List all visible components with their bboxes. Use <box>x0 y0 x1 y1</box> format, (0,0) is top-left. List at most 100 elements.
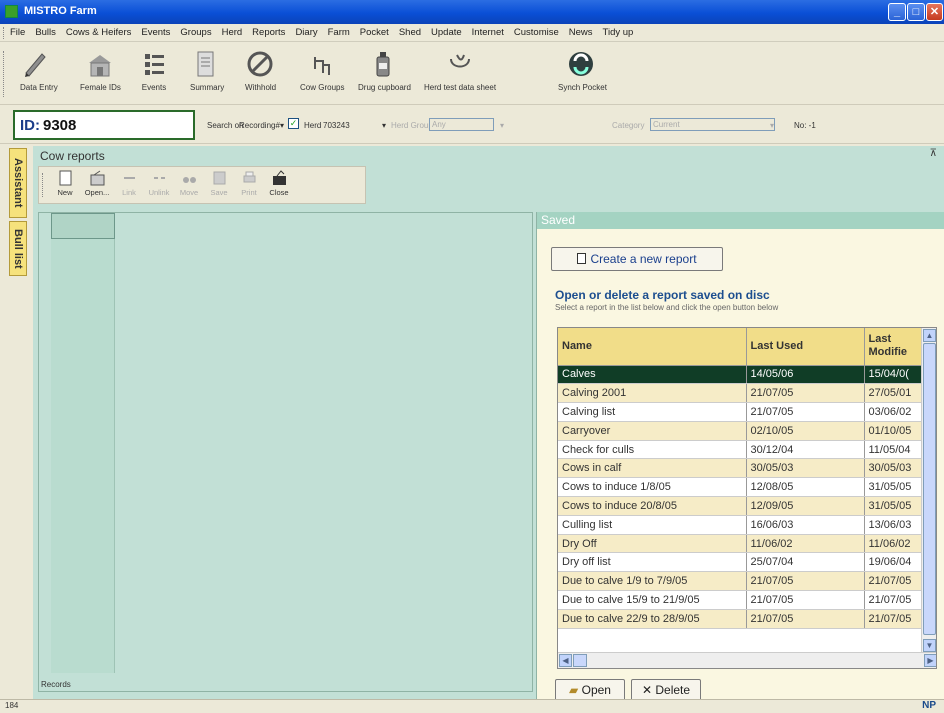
link-icon <box>122 170 137 186</box>
menu-item[interactable]: Diary <box>295 27 317 38</box>
unlink-button[interactable]: Unlink <box>145 170 173 197</box>
menu-item[interactable]: Reports <box>252 27 285 38</box>
report-toolbar-grip <box>42 173 45 197</box>
search-on-dropdown-arrow[interactable]: ▾ <box>280 121 284 130</box>
records-selected-cell[interactable] <box>51 213 115 239</box>
open-button[interactable]: ▰ Open <box>555 679 625 701</box>
close-button[interactable]: ✕ <box>926 3 943 21</box>
left-tab-strip: Assistant Bull list <box>0 144 33 699</box>
last-modified-cell: 21/07/05 <box>864 609 923 629</box>
herd-group-select[interactable]: Any <box>429 118 494 131</box>
female-ids-button[interactable]: Female IDs <box>80 47 121 101</box>
unlink-icon <box>152 170 167 186</box>
minimize-button[interactable]: _ <box>888 3 906 21</box>
withhold-button[interactable]: Withhold <box>245 47 276 101</box>
menu-item[interactable]: Herd <box>222 27 243 38</box>
menu-item[interactable]: Farm <box>328 27 350 38</box>
move-button[interactable]: Move <box>175 170 203 197</box>
table-row[interactable]: Dry off list 25/07/04 19/06/04 <box>558 552 923 573</box>
pin-icon[interactable]: ⊼ <box>930 148 937 159</box>
table-row[interactable]: Dry Off 11/06/02 11/06/02 <box>558 534 923 554</box>
herd-group-dropdown-arrow[interactable]: ▾ <box>500 121 504 130</box>
new-report-button[interactable]: New <box>51 170 79 197</box>
barn-icon <box>86 49 114 79</box>
create-new-report-button[interactable]: Create a new report <box>551 247 723 271</box>
table-row[interactable]: Calving 2001 21/07/05 27/05/01 <box>558 383 923 404</box>
menu-item[interactable]: Events <box>141 27 170 38</box>
assistant-tab[interactable]: Assistant <box>9 148 27 218</box>
herd-select[interactable]: 703243 <box>323 121 350 130</box>
summary-button[interactable]: Summary <box>190 47 224 101</box>
report-name-cell: Calving 2001 <box>558 383 747 404</box>
title-bar: MISTRO Farm _ □ ✕ <box>0 0 944 24</box>
name-column-header[interactable]: Name <box>558 328 747 366</box>
table-row[interactable]: Cows to induce 1/8/05 12/08/05 31/05/05 <box>558 477 923 498</box>
events-button[interactable]: Events <box>140 47 168 101</box>
delete-button[interactable]: ✕ Delete <box>631 679 701 701</box>
menu-item[interactable]: Pocket <box>360 27 389 38</box>
cow-groups-button[interactable]: Cow Groups <box>300 47 344 101</box>
menu-item[interactable]: Groups <box>180 27 211 38</box>
menu-item[interactable]: Bulls <box>35 27 56 38</box>
table-row[interactable]: Check for culls 30/12/04 11/05/04 <box>558 440 923 460</box>
print-button[interactable]: Print <box>235 170 263 197</box>
id-entry-box[interactable]: ID: 9308 <box>13 110 195 140</box>
menu-item[interactable]: Internet <box>472 27 504 38</box>
herd-dropdown-arrow[interactable]: ▾ <box>382 121 386 130</box>
report-name-cell: Cows to induce 20/8/05 <box>558 496 747 516</box>
table-row[interactable]: Due to calve 1/9 to 7/9/05 21/07/05 21/07/… <box>558 571 923 592</box>
scroll-up-arrow[interactable]: ▲ <box>923 329 936 342</box>
menu-item[interactable]: Tidy up <box>603 27 634 38</box>
link-button[interactable]: Link <box>115 170 143 197</box>
maximize-button[interactable]: □ <box>907 3 925 21</box>
menu-item[interactable]: Shed <box>399 27 421 38</box>
menu-item[interactable]: Cows & Heifers <box>66 27 131 38</box>
new-document-icon <box>58 170 73 186</box>
open-report-button[interactable]: Open... <box>83 170 111 197</box>
record-number: No: -1 <box>794 121 816 130</box>
category-select[interactable]: Current <box>650 118 775 131</box>
report-name-cell: Due to calve 22/9 to 28/9/05 <box>558 609 747 629</box>
last-used-cell: 21/07/05 <box>746 609 865 629</box>
table-row[interactable]: Cows in calf 30/05/03 30/05/03 <box>558 458 923 479</box>
last-modified-cell: 21/07/05 <box>864 571 923 592</box>
last-modified-cell: 11/05/04 <box>864 440 923 460</box>
synch-pocket-button[interactable]: Synch Pocket <box>558 47 607 101</box>
search-on-select[interactable]: Recording# <box>239 121 280 130</box>
save-button[interactable]: Save <box>205 170 233 197</box>
status-left: 184 <box>5 701 19 710</box>
report-name-cell: Due to calve 1/9 to 7/9/05 <box>558 571 747 592</box>
table-row[interactable]: Culling list 16/06/03 13/06/03 <box>558 515 923 535</box>
scroll-down-arrow[interactable]: ▼ <box>923 639 936 652</box>
last-used-column-header[interactable]: Last Used <box>746 328 865 366</box>
drug-cupboard-button[interactable]: Drug cupboard <box>358 47 411 101</box>
scroll-right-arrow[interactable]: ▶ <box>924 654 936 667</box>
menu-item[interactable]: Update <box>431 27 462 38</box>
bull-list-tab[interactable]: Bull list <box>9 221 27 276</box>
horizontal-scrollbar[interactable]: ◀ ▶ <box>558 652 936 668</box>
table-row[interactable]: Cows to induce 20/8/05 12/09/05 31/05/05 <box>558 496 923 516</box>
table-row[interactable]: Calves 14/05/06 15/04/0( <box>558 365 923 385</box>
table-row[interactable]: Calving list 21/07/05 03/06/02 <box>558 402 923 422</box>
menu-item[interactable]: Customise <box>514 27 559 38</box>
herd-checkbox[interactable]: ✓ <box>288 118 299 129</box>
menu-item[interactable]: News <box>569 27 593 38</box>
delete-x-icon: ✕ <box>641 683 653 697</box>
horizontal-scroll-thumb[interactable] <box>573 654 587 667</box>
category-dropdown-arrow[interactable]: ▾ <box>770 121 774 130</box>
menu-item[interactable]: File <box>10 27 25 38</box>
data-entry-button[interactable]: Data Entry <box>20 47 58 101</box>
last-modified-column-header[interactable]: Last Modifie <box>864 328 923 366</box>
category-label: Category <box>612 121 645 130</box>
new-page-icon <box>577 253 587 264</box>
scroll-left-arrow[interactable]: ◀ <box>559 654 572 667</box>
table-row[interactable]: Due to calve 15/9 to 21/9/05 21/07/05 21/0… <box>558 590 923 610</box>
herd-test-data-sheet-button[interactable]: Herd test data sheet <box>424 47 496 101</box>
vertical-scroll-thumb[interactable] <box>923 343 936 635</box>
close-report-button[interactable]: Close <box>265 170 293 197</box>
id-value[interactable]: 9308 <box>43 117 76 134</box>
vertical-scrollbar[interactable]: ▲ ▼ <box>921 328 936 653</box>
binoculars-icon <box>182 170 197 186</box>
table-row[interactable]: Carryover 02/10/05 01/10/05 <box>558 421 923 441</box>
table-row[interactable]: Due to calve 22/9 to 28/9/05 21/07/05 21/0… <box>558 609 923 629</box>
